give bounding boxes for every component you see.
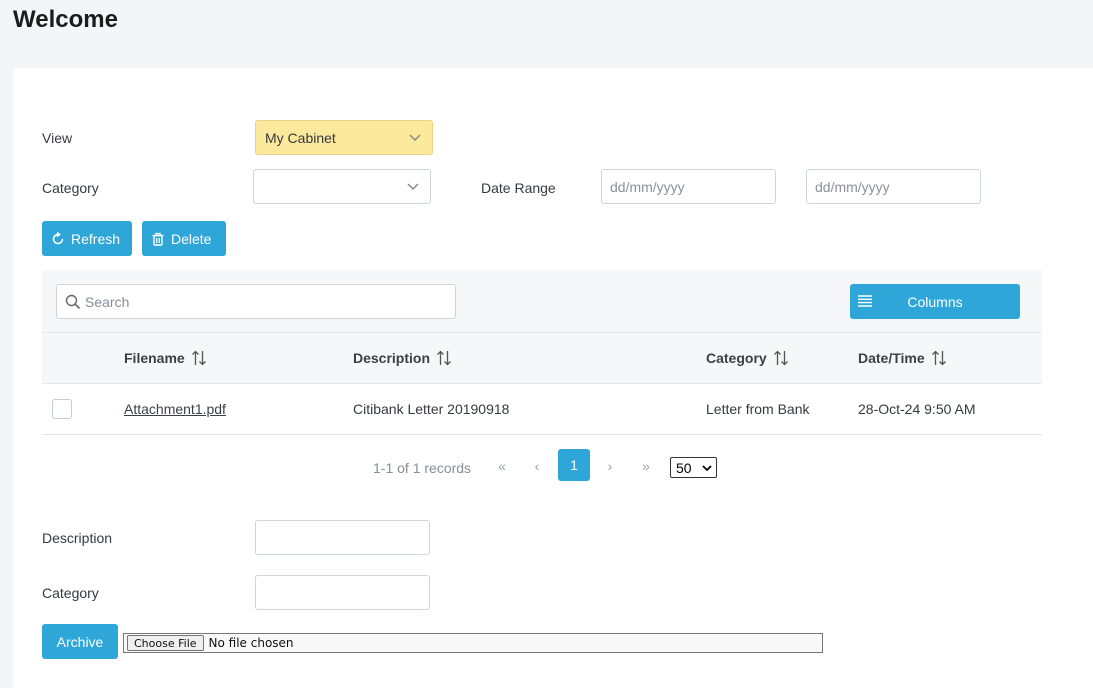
page-size-select[interactable]: 50 [670, 457, 717, 478]
sort-icon [773, 350, 788, 366]
column-header-filename[interactable]: Filename [124, 333, 207, 383]
view-select-value: My Cabinet [265, 129, 336, 146]
last-page-icon[interactable]: » [636, 456, 656, 476]
category-select[interactable] [253, 169, 431, 204]
delete-button[interactable]: Delete [142, 221, 226, 256]
column-header-label: Date/Time [858, 350, 925, 366]
next-page-icon[interactable]: › [600, 456, 620, 476]
search-placeholder: Search [85, 293, 130, 310]
column-header-category[interactable]: Category [706, 333, 789, 383]
prev-page-icon[interactable]: ‹ [527, 456, 547, 476]
column-header-label: Description [353, 350, 431, 366]
columns-button-label: Columns [907, 293, 963, 310]
sort-icon [437, 350, 451, 366]
view-label: View [42, 130, 73, 146]
file-grid: Search Columns Filename Description Cate… [42, 270, 1042, 435]
column-header-label: Category [706, 350, 767, 366]
no-file-text: No file chosen [208, 636, 294, 650]
page-title: Welcome [13, 6, 118, 33]
sort-icon [931, 350, 946, 366]
view-select[interactable]: My Cabinet [255, 120, 433, 155]
trash-icon [152, 232, 164, 246]
pager-info: 1-1 of 1 records [373, 460, 472, 476]
category-cell: Letter from Bank [706, 401, 810, 417]
main-card: View My Cabinet Category Date Range dd/m… [13, 68, 1093, 688]
choose-file-button[interactable]: Choose File [127, 635, 204, 651]
first-page-icon[interactable]: « [492, 456, 512, 476]
date-range-label: Date Range [481, 180, 556, 196]
sort-icon [191, 350, 206, 366]
archive-description-label: Description [42, 530, 113, 546]
chevron-down-icon [409, 134, 421, 142]
pager-current-page[interactable]: 1 [558, 449, 590, 481]
filename-link[interactable]: Attachment1.pdf [124, 401, 226, 417]
refresh-button[interactable]: Refresh [42, 221, 132, 256]
column-header-description[interactable]: Description [353, 333, 452, 383]
date-to-input[interactable]: dd/mm/yyyy [806, 169, 981, 204]
datetime-cell: 28-Oct-24 9:50 AM [858, 401, 976, 417]
columns-button[interactable]: Columns [850, 284, 1020, 319]
search-icon [65, 294, 81, 310]
description-cell: Citibank Letter 20190918 [353, 401, 510, 417]
chevron-down-icon [702, 465, 712, 472]
filename-cell: Attachment1.pdf [124, 384, 226, 434]
page-size-value: 50 [676, 459, 692, 476]
list-icon [858, 295, 872, 307]
chevron-down-icon [407, 183, 419, 191]
category-label: Category [42, 180, 99, 196]
refresh-button-label: Refresh [71, 230, 121, 247]
refresh-icon [52, 231, 64, 244]
archive-description-input[interactable] [255, 520, 430, 555]
column-header-label: Filename [124, 350, 185, 366]
delete-button-label: Delete [171, 230, 212, 247]
archive-category-input[interactable] [255, 575, 430, 610]
grid-toolbar: Search Columns [42, 270, 1042, 333]
column-header-datetime[interactable]: Date/Time [858, 333, 947, 383]
date-from-input[interactable]: dd/mm/yyyy [601, 169, 776, 204]
grid-header-row: Filename Description Category Date/Time [42, 333, 1042, 384]
file-input[interactable]: Choose File No file chosen [123, 633, 823, 653]
archive-button[interactable]: Archive [42, 624, 118, 659]
table-row: Attachment1.pdf Citibank Letter 20190918… [42, 384, 1042, 435]
row-checkbox[interactable] [52, 399, 72, 419]
archive-category-label: Category [42, 585, 99, 601]
search-input[interactable]: Search [56, 284, 456, 319]
